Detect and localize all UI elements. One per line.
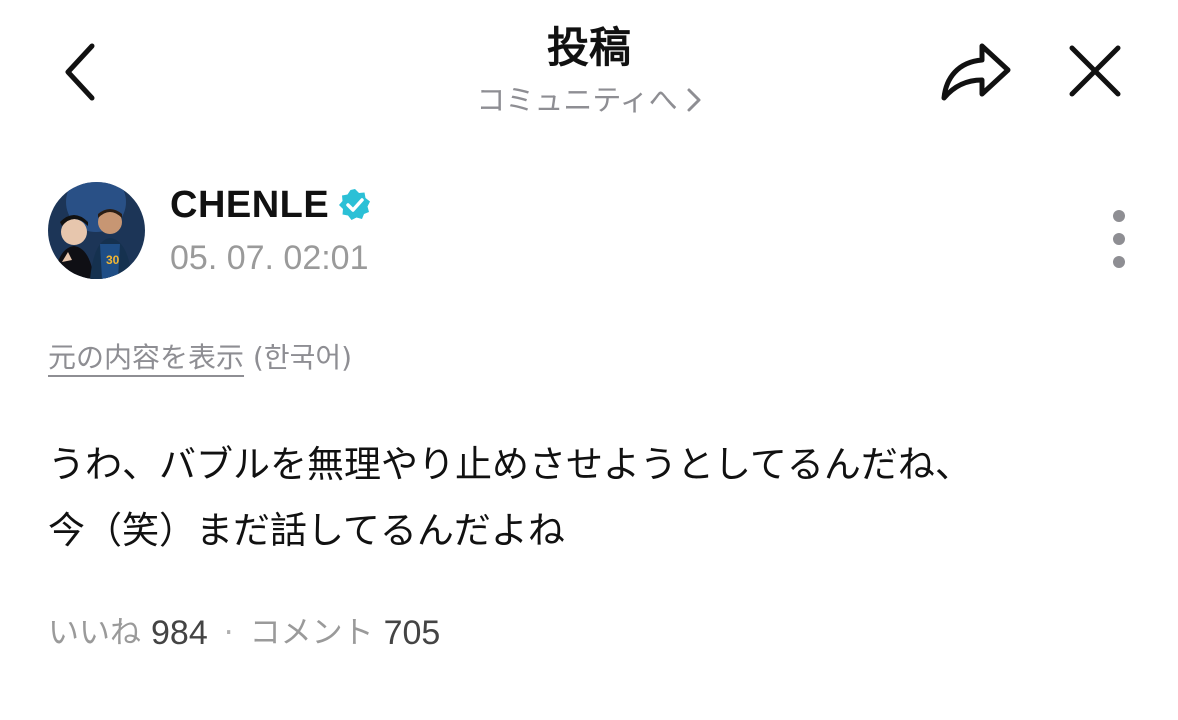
svg-text:30: 30 <box>106 253 120 267</box>
comments-label: コメント <box>249 615 374 651</box>
more-vertical-icon <box>1113 210 1125 268</box>
author-name[interactable]: CHENLE <box>170 184 329 227</box>
more-options-button[interactable] <box>1106 208 1132 270</box>
comments-stat[interactable]: コメント 705 <box>250 611 441 655</box>
avatar[interactable]: 30 <box>48 182 145 279</box>
back-button[interactable] <box>52 38 112 106</box>
post-timestamp: 05. 07. 02:01 <box>170 239 369 277</box>
author-name-row: CHENLE <box>170 182 373 228</box>
chevron-left-icon <box>65 43 95 101</box>
share-button[interactable] <box>936 36 1016 108</box>
post-stats: いいね 984 · コメント 705 <box>48 611 440 655</box>
post-author: 30 CHENLE 05. 07. 02:01 <box>48 182 1130 282</box>
comments-count: 705 <box>383 614 441 652</box>
likes-count: 984 <box>151 614 208 652</box>
close-button[interactable] <box>1060 40 1130 104</box>
original-language-label: (한국어) <box>252 341 353 374</box>
top-bar: 投稿 コミュニティへ <box>0 0 1178 140</box>
likes-stat[interactable]: いいね 984 <box>48 611 208 655</box>
show-original-link[interactable]: 元の内容を表示 <box>48 341 244 374</box>
stats-separator: · <box>223 615 234 651</box>
page-title: 投稿 <box>546 23 631 72</box>
share-arrow-icon <box>941 43 1011 101</box>
likes-label: いいね <box>48 615 141 651</box>
avatar-photo: 30 <box>48 182 145 279</box>
chevron-right-icon <box>687 88 701 112</box>
translation-row: 元の内容を表示 (한국어) <box>48 338 352 378</box>
header-title-block: 投稿 コミュニティへ <box>389 18 789 120</box>
verified-badge-icon <box>339 189 371 220</box>
community-link[interactable]: コミュニティへ <box>476 80 701 120</box>
post-body: うわ、バブルを無理やり止めさせようとしてるんだね、 今（笑）まだ話してるんだよね <box>48 443 972 552</box>
close-x-icon <box>1069 45 1121 97</box>
community-link-label: コミュニティへ <box>476 83 678 117</box>
